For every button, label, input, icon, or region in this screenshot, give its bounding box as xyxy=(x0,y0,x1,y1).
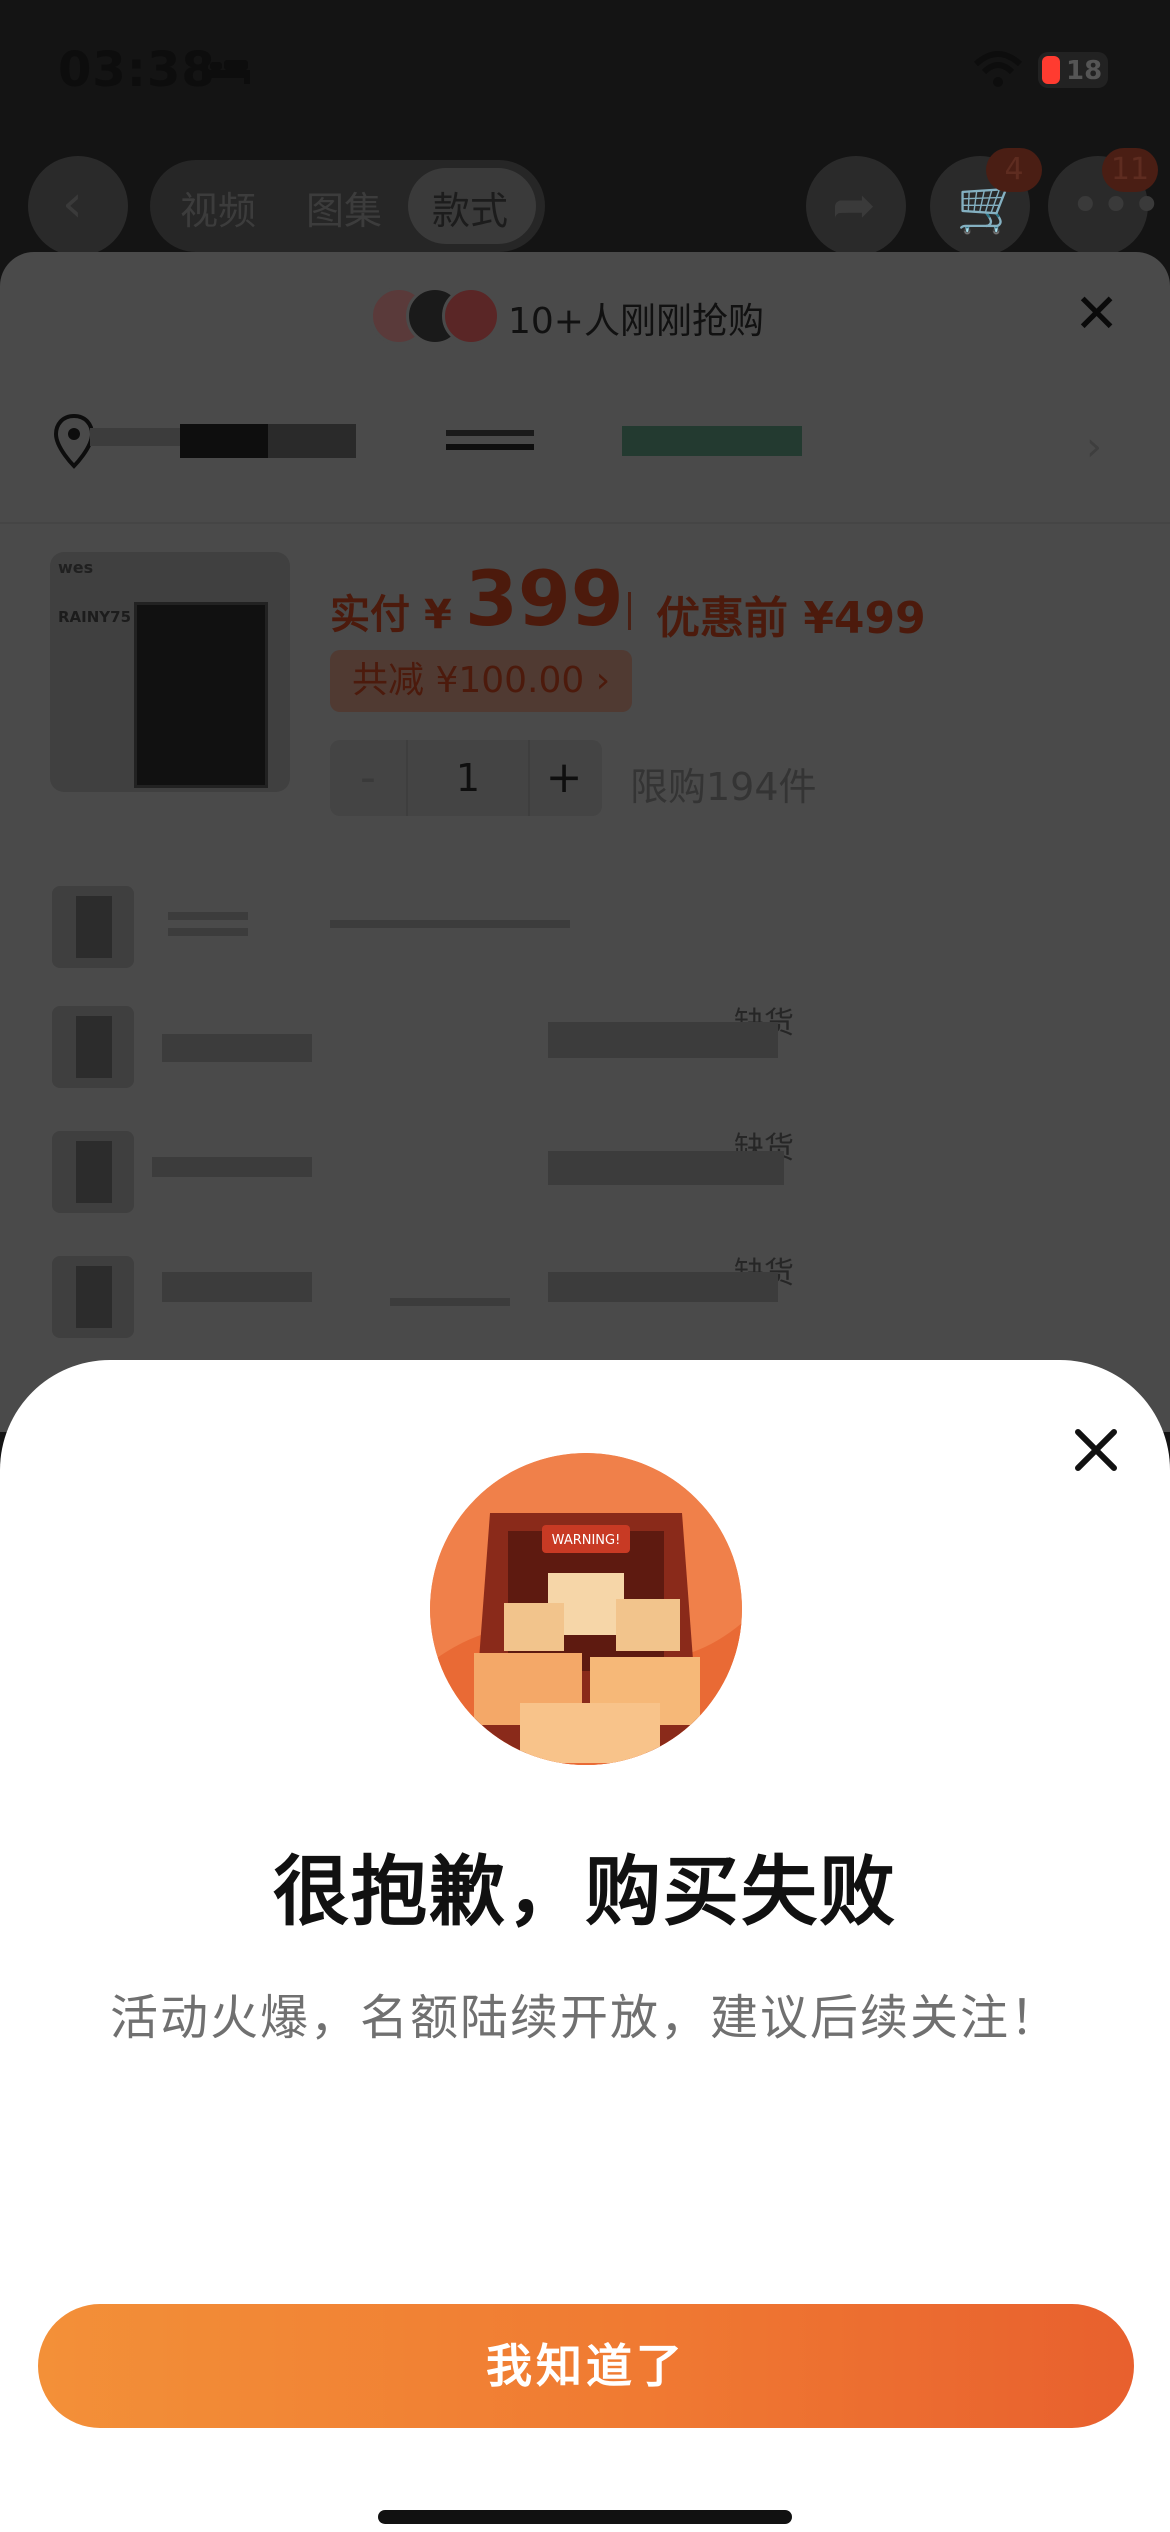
battery-level: 18 xyxy=(1066,56,1103,86)
price-prefix-label: 实付 xyxy=(330,592,410,638)
redacted-text xyxy=(446,444,534,450)
warning-truck-illustration: WARNING! xyxy=(430,1453,742,1765)
variant-option[interactable] xyxy=(0,872,1170,982)
redacted-text xyxy=(622,426,802,456)
variant-option[interactable]: 缺货 xyxy=(0,1242,1170,1352)
buyer-avatars xyxy=(370,287,500,345)
more-button[interactable]: ••• 11 xyxy=(1048,148,1162,256)
back-button[interactable]: ‹ xyxy=(28,156,128,256)
chevron-right-icon: › xyxy=(1086,424,1102,470)
product-sku-page: 03:38 18 ‹ 视频 图集 款式 ➦ 🛒 4 ••• 11 10+人刚刚抢… xyxy=(0,0,1170,2532)
avatar xyxy=(442,287,500,345)
close-icon[interactable] xyxy=(1068,1422,1124,1478)
variant-thumbnail xyxy=(52,886,134,968)
redacted-text xyxy=(90,428,180,446)
dialog-message: 活动火爆，名额陆续开放，建议后续关注！ xyxy=(109,1990,1060,2046)
cart-badge: 4 xyxy=(986,148,1042,192)
redacted-text xyxy=(330,920,570,928)
tab-styles-label: 款式 xyxy=(432,189,509,233)
redacted-text xyxy=(180,424,268,458)
sku-sheet: 10+人刚刚抢购 ✕ › wes RAINY75 实付 ¥ 399 优惠前 ¥4… xyxy=(0,252,1170,1432)
price-prefix: 实付 ¥ xyxy=(330,582,452,640)
tab-gallery[interactable]: 图集 xyxy=(306,180,382,235)
product-brand: wes xyxy=(58,558,94,577)
redacted-text xyxy=(548,1272,778,1302)
final-price: 399 xyxy=(465,554,624,643)
media-tabs: 视频 图集 款式 xyxy=(150,160,545,252)
redacted-text xyxy=(168,928,248,936)
variant-option[interactable]: 缺货 xyxy=(0,1117,1170,1227)
discount-breakdown-button[interactable]: 共减 ¥100.00 › xyxy=(330,650,633,712)
confirm-button[interactable]: 我知道了 xyxy=(38,2304,1134,2428)
sheet-header: 10+人刚刚抢购 ✕ xyxy=(0,252,1170,372)
share-icon: ➦ xyxy=(832,176,876,236)
product-thumbnail[interactable]: wes RAINY75 xyxy=(50,552,290,792)
variant-thumbnail xyxy=(52,1256,134,1338)
product-model: RAINY75 xyxy=(58,608,132,626)
variant-option[interactable]: 缺货 xyxy=(0,992,1170,1102)
quantity-value[interactable]: 1 xyxy=(406,740,530,816)
cart-button[interactable]: 🛒 4 xyxy=(930,148,1042,256)
redacted-text xyxy=(152,1157,312,1177)
redacted-text xyxy=(168,912,248,920)
quantity-stepper: - 1 + xyxy=(330,740,602,816)
purchase-failed-dialog: WARNING! 很抱歉，购买失败 活动火爆，名额陆续开放，建议后续关注！ 我知… xyxy=(0,1360,1170,2532)
redacted-text xyxy=(162,1034,312,1062)
redacted-text xyxy=(390,1298,510,1306)
home-indicator xyxy=(378,2510,792,2524)
bed-icon xyxy=(202,56,250,84)
address-row[interactable]: › xyxy=(0,372,1170,524)
variant-thumbnail xyxy=(52,1006,134,1088)
tab-styles[interactable]: 款式 xyxy=(408,168,536,244)
more-badge: 11 xyxy=(1102,148,1158,192)
status-bar: 03:38 18 xyxy=(0,0,1170,140)
redacted-text xyxy=(548,1022,778,1058)
quantity-increase-button[interactable]: + xyxy=(526,740,602,816)
warning-sign-text: WARNING! xyxy=(552,1533,621,1548)
share-button[interactable]: ➦ xyxy=(806,156,906,256)
redacted-text xyxy=(162,1272,312,1302)
wifi-icon xyxy=(973,51,1023,87)
sheet-close-icon[interactable]: ✕ xyxy=(1074,282,1119,345)
quantity-decrease-button[interactable]: - xyxy=(330,740,406,816)
sheet-title: 10+人刚刚抢购 xyxy=(508,301,764,342)
variant-list: 缺货 缺货 缺货 xyxy=(0,827,1170,1432)
redacted-text xyxy=(548,1151,784,1185)
top-nav: ‹ 视频 图集 款式 ➦ 🛒 4 ••• 11 xyxy=(0,148,1170,260)
tab-video[interactable]: 视频 xyxy=(180,180,256,235)
variant-thumbnail xyxy=(52,1131,134,1213)
chevron-left-icon: ‹ xyxy=(62,174,83,234)
status-time: 03:38 xyxy=(58,42,216,98)
keyboard-image xyxy=(134,602,268,788)
redacted-text xyxy=(446,430,534,436)
currency-symbol: ¥ xyxy=(423,592,452,638)
dialog-title: 很抱歉，购买失败 xyxy=(273,1847,897,1936)
price-divider xyxy=(628,592,631,630)
battery-icon: 18 xyxy=(1038,52,1108,88)
redacted-text xyxy=(268,424,356,458)
original-price: 优惠前 ¥499 xyxy=(656,593,926,644)
purchase-limit: 限购194件 xyxy=(630,765,817,809)
